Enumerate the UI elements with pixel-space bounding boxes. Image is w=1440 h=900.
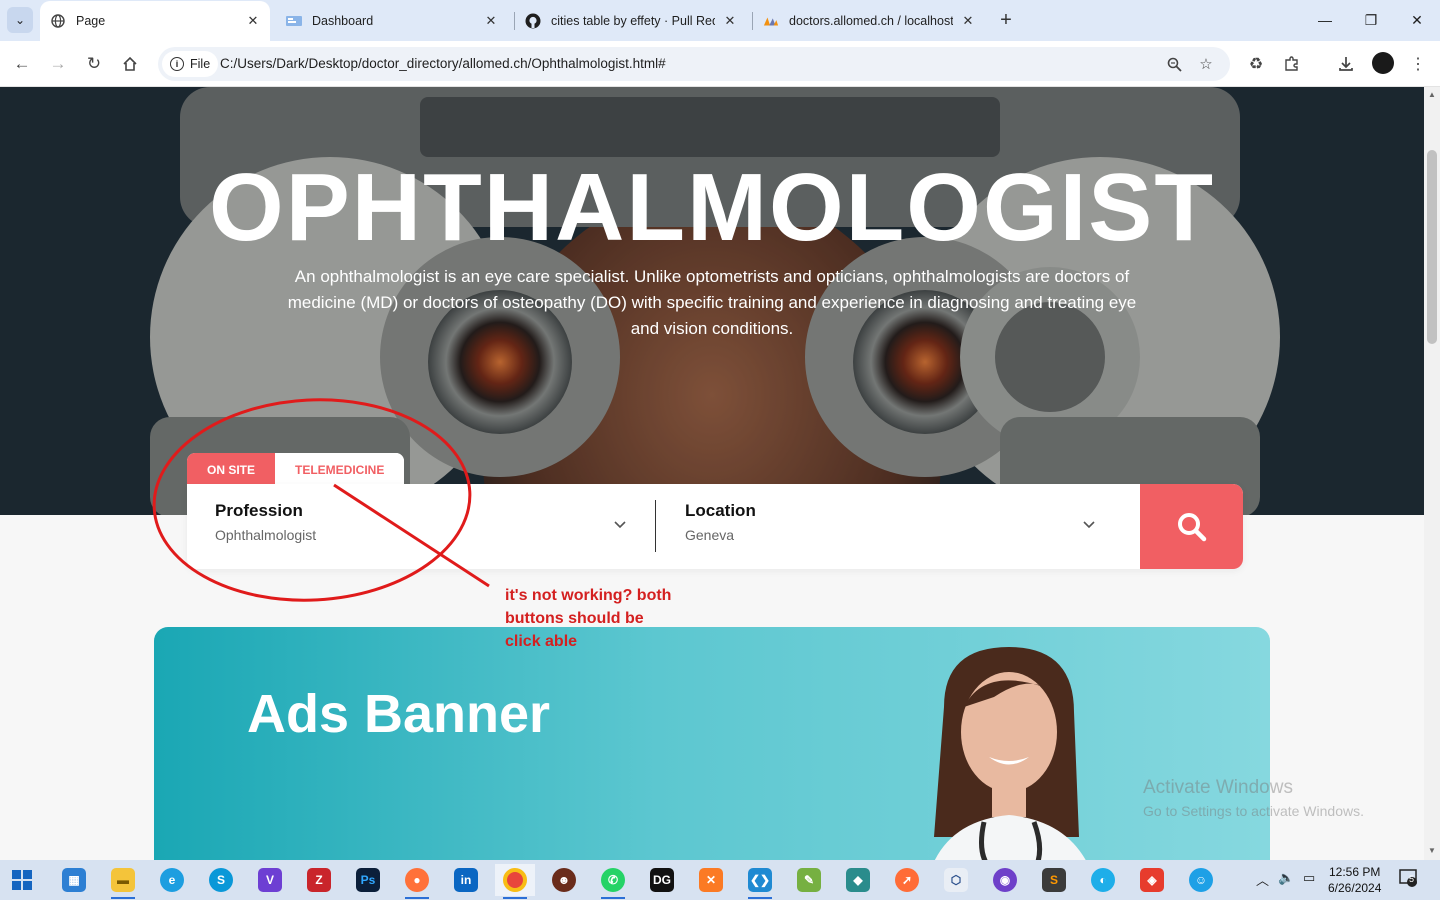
dashboard-favicon-icon bbox=[286, 13, 302, 29]
firefox-icon[interactable]: ● bbox=[397, 864, 437, 899]
annotation-arrow-line bbox=[333, 483, 490, 588]
close-window-icon[interactable]: ✕ bbox=[1394, 0, 1440, 40]
info-icon: i bbox=[170, 57, 184, 71]
linkedin-icon[interactable]: in bbox=[446, 864, 486, 896]
tab-title: Page bbox=[76, 14, 106, 28]
url-text[interactable]: C:/Users/Dark/Desktop/doctor_directory/a… bbox=[220, 56, 666, 71]
game-app-icon[interactable]: ☻ bbox=[544, 864, 584, 896]
sublime-text-icon[interactable]: S bbox=[1034, 864, 1074, 896]
photoshop-icon[interactable]: Ps bbox=[348, 864, 388, 896]
taskbar-clock[interactable]: 12:56 PM 6/26/2024 bbox=[1328, 864, 1381, 896]
tab-title: doctors.allomed.ch / localhost / bbox=[789, 13, 953, 28]
download-icon[interactable] bbox=[1333, 51, 1359, 77]
clock-time: 12:56 PM bbox=[1329, 865, 1381, 879]
whatsapp-icon[interactable]: ✆ bbox=[593, 864, 633, 899]
tab-phpmyadmin[interactable]: doctors.allomed.ch / localhost / ✕ bbox=[755, 0, 985, 41]
tray-chevron-up-icon[interactable]: ︿ bbox=[1256, 870, 1269, 889]
notepad-icon[interactable]: ✎ bbox=[789, 864, 829, 896]
tab-github-pull-request[interactable]: cities table by effety · Pull Requ ✕ bbox=[517, 0, 747, 41]
watermark-title: Activate Windows bbox=[1143, 777, 1293, 798]
close-tab-icon[interactable]: ✕ bbox=[721, 12, 739, 30]
notification-center-icon[interactable]: 5 bbox=[1398, 868, 1418, 891]
git-tool-icon[interactable]: ◆ bbox=[838, 864, 878, 896]
tab-title: cities table by effety · Pull Requ bbox=[551, 13, 715, 28]
bookmark-star-icon[interactable]: ☆ bbox=[1196, 54, 1216, 74]
scroll-down-arrow-icon[interactable]: ▼ bbox=[1427, 846, 1437, 856]
chat-app-icon[interactable]: ☺ bbox=[1181, 864, 1221, 896]
vscode-icon[interactable]: ❮❯ bbox=[740, 864, 780, 899]
annotation-line: it's not working? both bbox=[505, 587, 672, 604]
postman-icon[interactable]: ➚ bbox=[887, 864, 927, 896]
clock-date: 6/26/2024 bbox=[1328, 881, 1382, 895]
network-icon[interactable]: ▭ bbox=[1303, 870, 1315, 886]
zoom-icon[interactable] bbox=[1164, 54, 1184, 74]
back-arrow-icon[interactable]: ← bbox=[8, 50, 36, 78]
tab-separator bbox=[514, 12, 515, 30]
close-tab-icon[interactable]: ✕ bbox=[244, 12, 262, 30]
browser-toolbar: ← → ↻ i File C:/Users/Dark/Desktop/docto… bbox=[0, 41, 1440, 87]
scroll-up-arrow-icon[interactable]: ▲ bbox=[1427, 90, 1437, 100]
home-icon[interactable] bbox=[116, 50, 144, 78]
minimize-icon[interactable]: — bbox=[1302, 0, 1348, 40]
annotation-circle bbox=[152, 398, 472, 602]
volume-icon[interactable]: 🔈 bbox=[1278, 870, 1294, 886]
phpmyadmin-icon bbox=[763, 13, 779, 29]
notification-count: 5 bbox=[1409, 874, 1415, 884]
microsoft-store-icon[interactable]: ▦ bbox=[54, 864, 94, 896]
github-desktop-icon[interactable]: ◉ bbox=[985, 864, 1025, 896]
tab-separator bbox=[752, 12, 753, 30]
vite-icon[interactable]: V bbox=[250, 864, 290, 896]
restore-icon[interactable]: ❐ bbox=[1348, 0, 1394, 40]
browser-tabstrip: ⌄ Page ✕ Dashboard ✕ cities table by eff… bbox=[0, 0, 1440, 41]
new-tab-plus-icon[interactable]: + bbox=[995, 9, 1017, 31]
tab-title: Dashboard bbox=[312, 13, 374, 28]
annotation-line: buttons should be bbox=[505, 610, 644, 627]
close-tab-icon[interactable]: ✕ bbox=[482, 12, 500, 30]
profile-avatar[interactable] bbox=[1372, 52, 1394, 74]
annotation-note: it's not working? both buttons should be… bbox=[505, 584, 705, 653]
skype-icon[interactable]: S bbox=[201, 864, 241, 896]
annotation-overlay bbox=[152, 398, 490, 602]
virtualbox-icon[interactable]: ⬡ bbox=[936, 864, 976, 896]
site-info-chip[interactable]: i File bbox=[162, 51, 219, 77]
forward-arrow-icon[interactable]: → bbox=[44, 50, 72, 78]
xampp-icon[interactable]: ✕ bbox=[691, 864, 731, 896]
windows-taskbar: ▦ ▬ e S V Z Ps ● in ☻ ✆ DG ✕ ❮❯ ✎ ◆ ➚ ⬡ … bbox=[0, 860, 1440, 900]
kebab-menu-icon[interactable]: ⋮ bbox=[1405, 51, 1431, 77]
tab-dashboard[interactable]: Dashboard ✕ bbox=[278, 0, 508, 41]
edge-icon[interactable]: e bbox=[152, 864, 192, 896]
tab-search-button[interactable]: ⌄ bbox=[7, 7, 33, 33]
github-icon bbox=[525, 13, 541, 29]
close-tab-icon[interactable]: ✕ bbox=[959, 12, 977, 30]
tab-page[interactable]: Page ✕ bbox=[40, 1, 270, 41]
datagrip-icon[interactable]: DG bbox=[642, 864, 682, 896]
watermark-subtitle: Go to Settings to activate Windows. bbox=[1143, 803, 1364, 819]
recycle-extension-icon[interactable]: ♻ bbox=[1243, 51, 1269, 77]
extensions-puzzle-icon[interactable] bbox=[1279, 51, 1305, 77]
annotation-line: click able bbox=[505, 633, 578, 650]
page-viewport: OPHTHALMOLOGIST An ophthalmologist is an… bbox=[0, 87, 1424, 860]
windows-start-icon[interactable] bbox=[12, 870, 32, 890]
address-bar[interactable]: i File C:/Users/Dark/Desktop/doctor_dire… bbox=[158, 47, 1230, 81]
scrollbar-thumb[interactable] bbox=[1427, 150, 1437, 344]
filezilla-icon[interactable]: Z bbox=[299, 864, 339, 896]
reload-icon[interactable]: ↻ bbox=[80, 50, 108, 78]
site-info-label: File bbox=[190, 57, 211, 71]
file-explorer-icon[interactable]: ▬ bbox=[103, 864, 143, 899]
chrome-icon[interactable] bbox=[495, 864, 535, 899]
globe-icon bbox=[50, 13, 66, 29]
edge-dev-icon[interactable]: ◐ bbox=[1083, 864, 1123, 896]
activate-windows-watermark: Activate Windows Go to Settings to activ… bbox=[1143, 777, 1364, 819]
anydesk-icon[interactable]: ◈ bbox=[1132, 864, 1172, 896]
